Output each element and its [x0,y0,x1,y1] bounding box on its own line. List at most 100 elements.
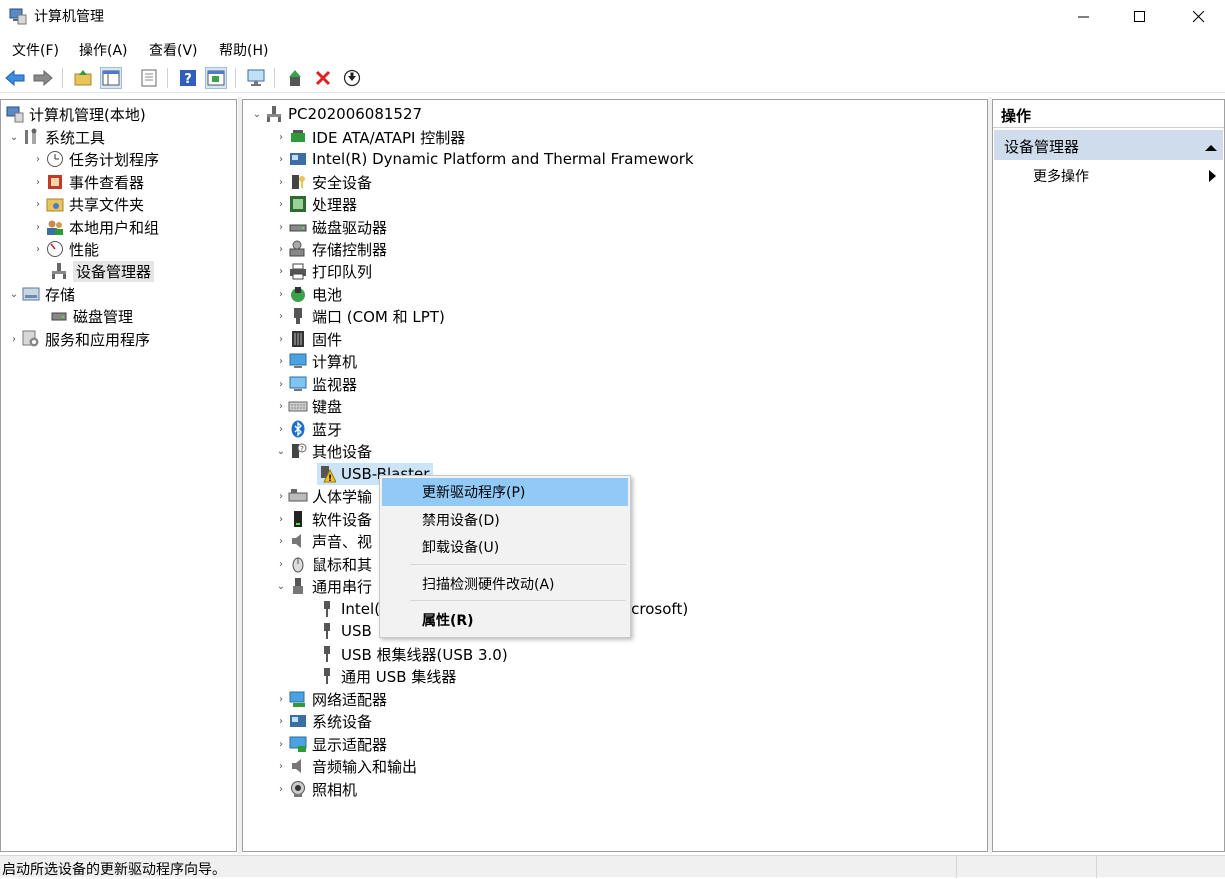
category-ports[interactable]: › 端口 (COM 和 LPT) [274,305,445,327]
chevron-right-icon[interactable]: › [274,688,288,710]
chevron-right-icon[interactable]: › [274,373,288,395]
chevron-right-icon[interactable]: › [274,553,288,575]
minimize-button[interactable] [1061,0,1107,34]
tree-event-viewer[interactable]: › 事件查看器 [31,171,144,193]
tree-root[interactable]: 计算机管理(本地) [5,103,146,125]
category-bluetooth[interactable]: › 蓝牙 [274,418,342,440]
menu-file[interactable]: 文件(F) [12,40,59,60]
show-action-pane-icon[interactable] [205,67,227,89]
usb-root-hub[interactable]: USB 根集线器(USB 3.0) [317,643,508,665]
chevron-right-icon[interactable]: › [274,508,288,530]
update-driver-icon[interactable] [284,67,306,89]
category-mice[interactable]: › 鼠标和其 [274,553,372,575]
tree-task-scheduler[interactable]: › 任务计划程序 [31,148,159,170]
uninstall-x-icon[interactable] [312,67,334,89]
chevron-right-icon[interactable]: › [274,126,288,148]
tree-services[interactable]: › 服务和应用程序 [7,328,150,350]
chevron-right-icon[interactable]: › [31,171,45,193]
tree-system-tools[interactable]: ⌄ 系统工具 [7,126,105,148]
menu-item-scan-hardware[interactable]: 扫描检测硬件改动(A) [382,570,628,598]
chevron-down-icon[interactable]: ⌄ [274,575,288,597]
chevron-right-icon[interactable]: › [274,778,288,800]
close-button[interactable] [1176,0,1222,34]
usb-generic-hub[interactable]: 通用 USB 集线器 [317,665,456,687]
chevron-right-icon[interactable]: › [274,283,288,305]
category-keyboards[interactable]: › 键盘 [274,395,342,417]
console-tree-pane[interactable]: 计算机管理(本地) ⌄ 系统工具 › 任务计划程序 › 事件查看器 › 共享文件… [0,99,237,852]
category-hid[interactable]: › 人体学输 [274,485,372,507]
chevron-right-icon[interactable]: › [274,395,288,417]
chevron-right-icon[interactable]: › [274,485,288,507]
properties-sheet-icon[interactable] [138,67,160,89]
chevron-right-icon[interactable]: › [274,148,288,170]
chevron-right-icon[interactable]: › [274,350,288,372]
menu-help[interactable]: 帮助(H) [219,40,268,60]
chevron-right-icon[interactable]: › [274,530,288,552]
chevron-right-icon[interactable]: › [31,238,45,260]
chevron-down-icon[interactable]: ⌄ [7,283,21,305]
usb-device-2[interactable]: USB [317,620,372,642]
category-cameras[interactable]: › 照相机 [274,778,357,800]
category-display-adapters[interactable]: › 显示适配器 [274,733,387,755]
tree-disk-management[interactable]: 磁盘管理 [45,305,133,327]
chevron-right-icon[interactable]: › [274,305,288,327]
chevron-right-icon[interactable]: › [31,148,45,170]
menu-item-properties[interactable]: 属性(R) [382,606,628,634]
category-disk-drives[interactable]: › 磁盘驱动器 [274,216,387,238]
forward-arrow-icon[interactable] [32,67,54,89]
category-software-devices[interactable]: › 软件设备 [274,508,372,530]
category-sound[interactable]: › 声音、视 [274,530,372,552]
chevron-right-icon[interactable]: › [31,193,45,215]
category-ide[interactable]: › IDE ATA/ATAPI 控制器 [274,126,465,148]
chevron-right-icon[interactable]: › [274,216,288,238]
chevron-right-icon[interactable]: › [274,171,288,193]
help-icon[interactable]: ? [177,67,199,89]
chevron-right-icon[interactable]: › [274,418,288,440]
menu-item-uninstall-device[interactable]: 卸载设备(U) [382,533,628,561]
category-firmware[interactable]: › 固件 [274,328,342,350]
chevron-right-icon[interactable]: › [274,755,288,777]
chevron-right-icon[interactable]: › [274,733,288,755]
chevron-down-icon[interactable]: ⌄ [7,126,21,148]
category-monitors[interactable]: › 监视器 [274,373,357,395]
tree-shared-folders[interactable]: › 共享文件夹 [31,193,144,215]
menu-view[interactable]: 查看(V) [149,40,198,60]
chevron-right-icon[interactable]: › [7,328,21,350]
category-network[interactable]: › 网络适配器 [274,688,387,710]
chevron-right-icon[interactable]: › [274,193,288,215]
up-folder-icon[interactable] [72,67,94,89]
maximize-button[interactable] [1117,0,1163,34]
chevron-right-icon[interactable]: › [274,328,288,350]
tree-local-users[interactable]: › 本地用户和组 [31,216,159,238]
show-console-tree-icon[interactable] [100,67,122,89]
disable-device-icon[interactable] [341,67,363,89]
chevron-down-icon[interactable]: ⌄ [274,440,288,462]
tree-performance[interactable]: › 性能 [31,238,99,260]
tree-storage[interactable]: ⌄ 存储 [7,283,75,305]
usb-device-intel[interactable]: Intel( [317,598,380,620]
menu-item-disable-device[interactable]: 禁用设备(D) [382,506,628,534]
category-audio-io[interactable]: › 音频输入和输出 [274,755,417,777]
chevron-right-icon[interactable]: › [274,710,288,732]
more-actions-item[interactable]: 更多操作 [1033,166,1089,186]
category-print-queues[interactable]: › 打印队列 [274,260,372,282]
category-system-devices[interactable]: › 系统设备 [274,710,372,732]
chevron-right-icon[interactable]: › [274,238,288,260]
chevron-right-icon[interactable]: › [31,216,45,238]
category-computer[interactable]: › 计算机 [274,350,357,372]
category-storage-controllers[interactable]: › 存储控制器 [274,238,387,260]
chevron-down-icon[interactable]: ⌄ [250,103,264,125]
device-tree-root[interactable]: ⌄ PC202006081527 [250,103,422,125]
menu-item-update-driver[interactable]: 更新驱动程序(P) [382,478,628,506]
scan-hardware-icon[interactable] [245,67,267,89]
category-processor[interactable]: › 处理器 [274,193,357,215]
category-security[interactable]: › 安全设备 [274,171,372,193]
tree-device-manager[interactable]: 设备管理器 [45,260,155,282]
actions-section-device-manager[interactable]: 设备管理器 [994,130,1223,160]
back-arrow-icon[interactable] [4,67,26,89]
category-intel-dptf[interactable]: › Intel(R) Dynamic Platform and Thermal … [274,148,694,170]
chevron-right-icon[interactable]: › [274,260,288,282]
menu-action[interactable]: 操作(A) [79,40,128,60]
collapse-up-icon[interactable] [1205,140,1217,156]
category-battery[interactable]: › 电池 [274,283,342,305]
